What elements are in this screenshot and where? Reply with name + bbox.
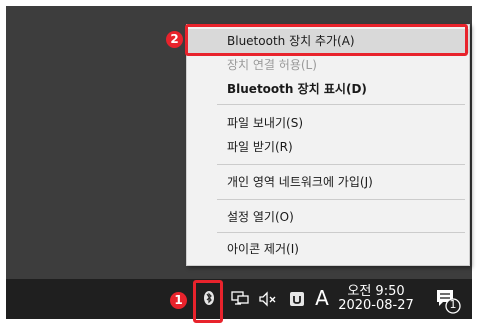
menu-item-allow-connection: 장치 연결 허용(L): [187, 53, 469, 77]
menu-item-receive-file[interactable]: 파일 받기(R): [187, 135, 469, 159]
menu-item-label: 설정 열기(O): [227, 210, 294, 224]
volume-muted-icon[interactable]: [258, 290, 278, 308]
menu-item-label: 파일 보내기(S): [227, 116, 303, 130]
menu-separator: [217, 232, 465, 233]
menu-item-show-bluetooth-devices[interactable]: Bluetooth 장치 표시(D): [187, 77, 469, 101]
menu-item-send-file[interactable]: 파일 보내기(S): [187, 111, 469, 135]
menu-separator: [217, 199, 465, 200]
taskbar: A 오전 9:50 2020-08-27 1: [6, 279, 472, 319]
menu-separator: [217, 164, 465, 165]
notification-count: 1: [449, 298, 457, 311]
callout-highlight-menu-item: [185, 24, 468, 56]
menu-item-label: 파일 받기(R): [227, 140, 293, 154]
menu-item-label: 개인 영역 네트워크에 가입(J): [227, 175, 373, 189]
app-icon[interactable]: [287, 290, 307, 308]
action-center-icon[interactable]: 1: [435, 287, 461, 315]
clock-date: 2020-08-27: [338, 298, 414, 313]
menu-item-join-pan[interactable]: 개인 영역 네트워크에 가입(J): [187, 170, 469, 194]
callout-badge-1: 1: [170, 292, 187, 309]
menu-item-label: 아이콘 제거(I): [227, 242, 299, 256]
menu-item-label: Bluetooth 장치 표시(D): [227, 82, 367, 96]
callout-highlight-bluetooth-icon: [193, 280, 223, 323]
menu-item-open-settings[interactable]: 설정 열기(O): [187, 205, 469, 229]
menu-separator: [217, 104, 465, 105]
ime-indicator[interactable]: A: [312, 285, 332, 311]
network-icon[interactable]: [230, 290, 250, 308]
callout-badge-2: 2: [166, 31, 183, 48]
clock-time: 오전 9:50: [347, 284, 405, 299]
bluetooth-context-menu: Bluetooth 장치 추가(A) 장치 연결 허용(L) Bluetooth…: [186, 24, 470, 266]
menu-item-label: 장치 연결 허용(L): [227, 58, 317, 72]
menu-item-remove-icon[interactable]: 아이콘 제거(I): [187, 237, 469, 261]
